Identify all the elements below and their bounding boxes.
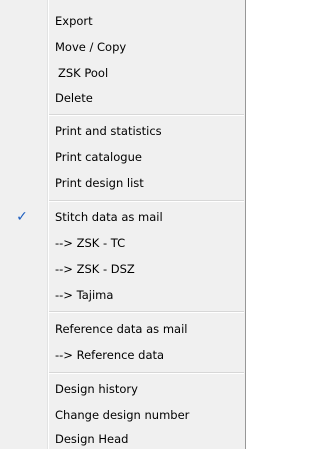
menu-item-label: Print and statistics [55, 124, 162, 138]
menu-item-print-and-statistics[interactable]: Print and statistics [0, 120, 244, 142]
menu-item-reference-data[interactable]: --> Reference data [0, 344, 244, 366]
menu-item-zsk-pool[interactable]: ZSK Pool [0, 62, 244, 84]
menu-item-print-design-list[interactable]: Print design list [0, 172, 244, 194]
menu-item-label: Print design list [55, 176, 144, 190]
menu-item-tajima[interactable]: --> Tajima [0, 284, 244, 306]
checkmark-icon: ✓ [16, 209, 28, 225]
menu-separator [49, 114, 244, 116]
menu-separator [49, 372, 244, 374]
menu-item-change-design-number[interactable]: Change design number [0, 404, 244, 426]
menu-item-label: Design Head [55, 432, 129, 446]
menu-item-label: Export [55, 14, 93, 28]
menu-item-label: Print catalogue [55, 150, 142, 164]
menu-item-label: Delete [55, 91, 93, 105]
menu-item-print-catalogue[interactable]: Print catalogue [0, 146, 244, 168]
menu-item-export[interactable]: Export [0, 10, 244, 32]
context-menu: Export Move / Copy ZSK Pool Delete Print… [0, 0, 246, 449]
menu-item-design-head[interactable]: Design Head [0, 428, 244, 450]
menu-separator [49, 200, 244, 202]
menu-item-design-history[interactable]: Design history [0, 378, 244, 400]
menu-item-zsk-dsz[interactable]: --> ZSK - DSZ [0, 258, 244, 280]
menu-item-label: --> ZSK - DSZ [55, 262, 135, 276]
menu-item-label: --> Tajima [55, 288, 114, 302]
menu-item-reference-data-as-mail[interactable]: Reference data as mail [0, 318, 244, 340]
menu-item-move-copy[interactable]: Move / Copy [0, 36, 244, 58]
menu-item-zsk-tc[interactable]: --> ZSK - TC [0, 232, 244, 254]
menu-item-label: --> ZSK - TC [55, 236, 126, 250]
menu-item-label: ZSK Pool [58, 66, 109, 80]
menu-item-label: Reference data as mail [55, 322, 188, 336]
menu-item-delete[interactable]: Delete [0, 87, 244, 109]
menu-item-label: Move / Copy [55, 40, 127, 54]
menu-item-label: --> Reference data [55, 348, 165, 362]
menu-item-label: Change design number [55, 408, 190, 422]
menu-item-stitch-data-as-mail[interactable]: ✓ Stitch data as mail [0, 206, 244, 228]
menu-item-label: Stitch data as mail [55, 210, 163, 224]
menu-separator [49, 311, 244, 313]
menu-item-label: Design history [55, 382, 138, 396]
